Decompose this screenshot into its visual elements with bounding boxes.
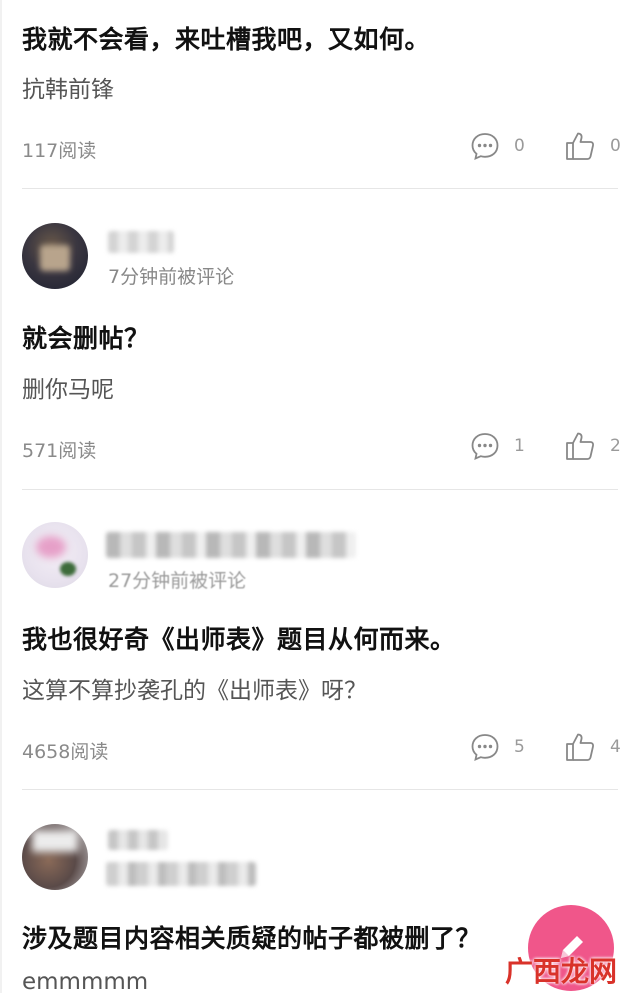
post-card-2[interactable]: 7分钟前被评论 就会删帖？ 删你马呢 571阅读 1 2 bbox=[0, 189, 640, 489]
post-author[interactable]: 7分钟前被评论 bbox=[22, 223, 442, 293]
comment-bubble-icon bbox=[471, 433, 499, 461]
author-name-blurred bbox=[108, 231, 174, 253]
comment-button[interactable]: 1 bbox=[470, 431, 525, 461]
thumbs-up-icon bbox=[566, 733, 595, 761]
watermark-text: 广西龙网 bbox=[505, 955, 618, 988]
comment-bubble-icon bbox=[471, 133, 499, 161]
post-title: 我就不会看，来吐槽我吧，又如何。 bbox=[22, 25, 431, 54]
post-author[interactable]: 27分钟前被评论 bbox=[22, 522, 442, 592]
post-author[interactable] bbox=[22, 824, 442, 894]
author-name-blurred bbox=[106, 532, 356, 558]
read-count: 117阅读 bbox=[22, 140, 97, 162]
comment-time-blurred bbox=[106, 862, 256, 886]
read-count: 4658阅读 bbox=[22, 741, 109, 763]
comment-time: 7分钟前被评论 bbox=[108, 266, 235, 288]
like-button[interactable]: 4 bbox=[564, 731, 621, 763]
like-count: 0 bbox=[610, 136, 621, 156]
post-body: 删你马呢 bbox=[22, 377, 114, 403]
comment-time: 27分钟前被评论 bbox=[108, 570, 247, 592]
post-body: emmmmm bbox=[22, 969, 149, 993]
avatar[interactable] bbox=[22, 824, 88, 890]
post-body: 抗韩前锋 bbox=[22, 77, 114, 103]
post-title: 涉及题目内容相关质疑的帖子都被删了？ bbox=[22, 924, 482, 953]
post-card-1[interactable]: 我就不会看，来吐槽我吧，又如何。 抗韩前锋 117阅读 0 0 bbox=[0, 0, 640, 188]
post-body: 这算不算抄袭孔的《出师表》呀？ bbox=[22, 678, 367, 704]
like-count: 4 bbox=[610, 737, 621, 757]
avatar[interactable] bbox=[22, 223, 88, 289]
post-title: 就会删帖？ bbox=[22, 324, 150, 353]
comment-count: 0 bbox=[514, 136, 525, 156]
post-card-3[interactable]: 27分钟前被评论 我也很好奇《出师表》题目从何而来。 这算不算抄袭孔的《出师表》… bbox=[0, 490, 640, 790]
like-button[interactable]: 2 bbox=[564, 430, 621, 462]
comment-button[interactable]: 5 bbox=[470, 732, 525, 762]
avatar[interactable] bbox=[22, 522, 88, 588]
like-count: 2 bbox=[610, 436, 621, 456]
comment-bubble-icon bbox=[471, 734, 499, 762]
post-title: 我也很好奇《出师表》题目从何而来。 bbox=[22, 625, 456, 654]
comment-count: 5 bbox=[514, 737, 525, 757]
thumbs-up-icon bbox=[566, 132, 595, 160]
author-name-blurred bbox=[108, 830, 168, 850]
thumbs-up-icon bbox=[566, 432, 595, 460]
read-count: 571阅读 bbox=[22, 440, 97, 462]
comment-button[interactable]: 0 bbox=[470, 131, 525, 161]
comment-count: 1 bbox=[514, 436, 525, 456]
like-button[interactable]: 0 bbox=[564, 130, 621, 162]
